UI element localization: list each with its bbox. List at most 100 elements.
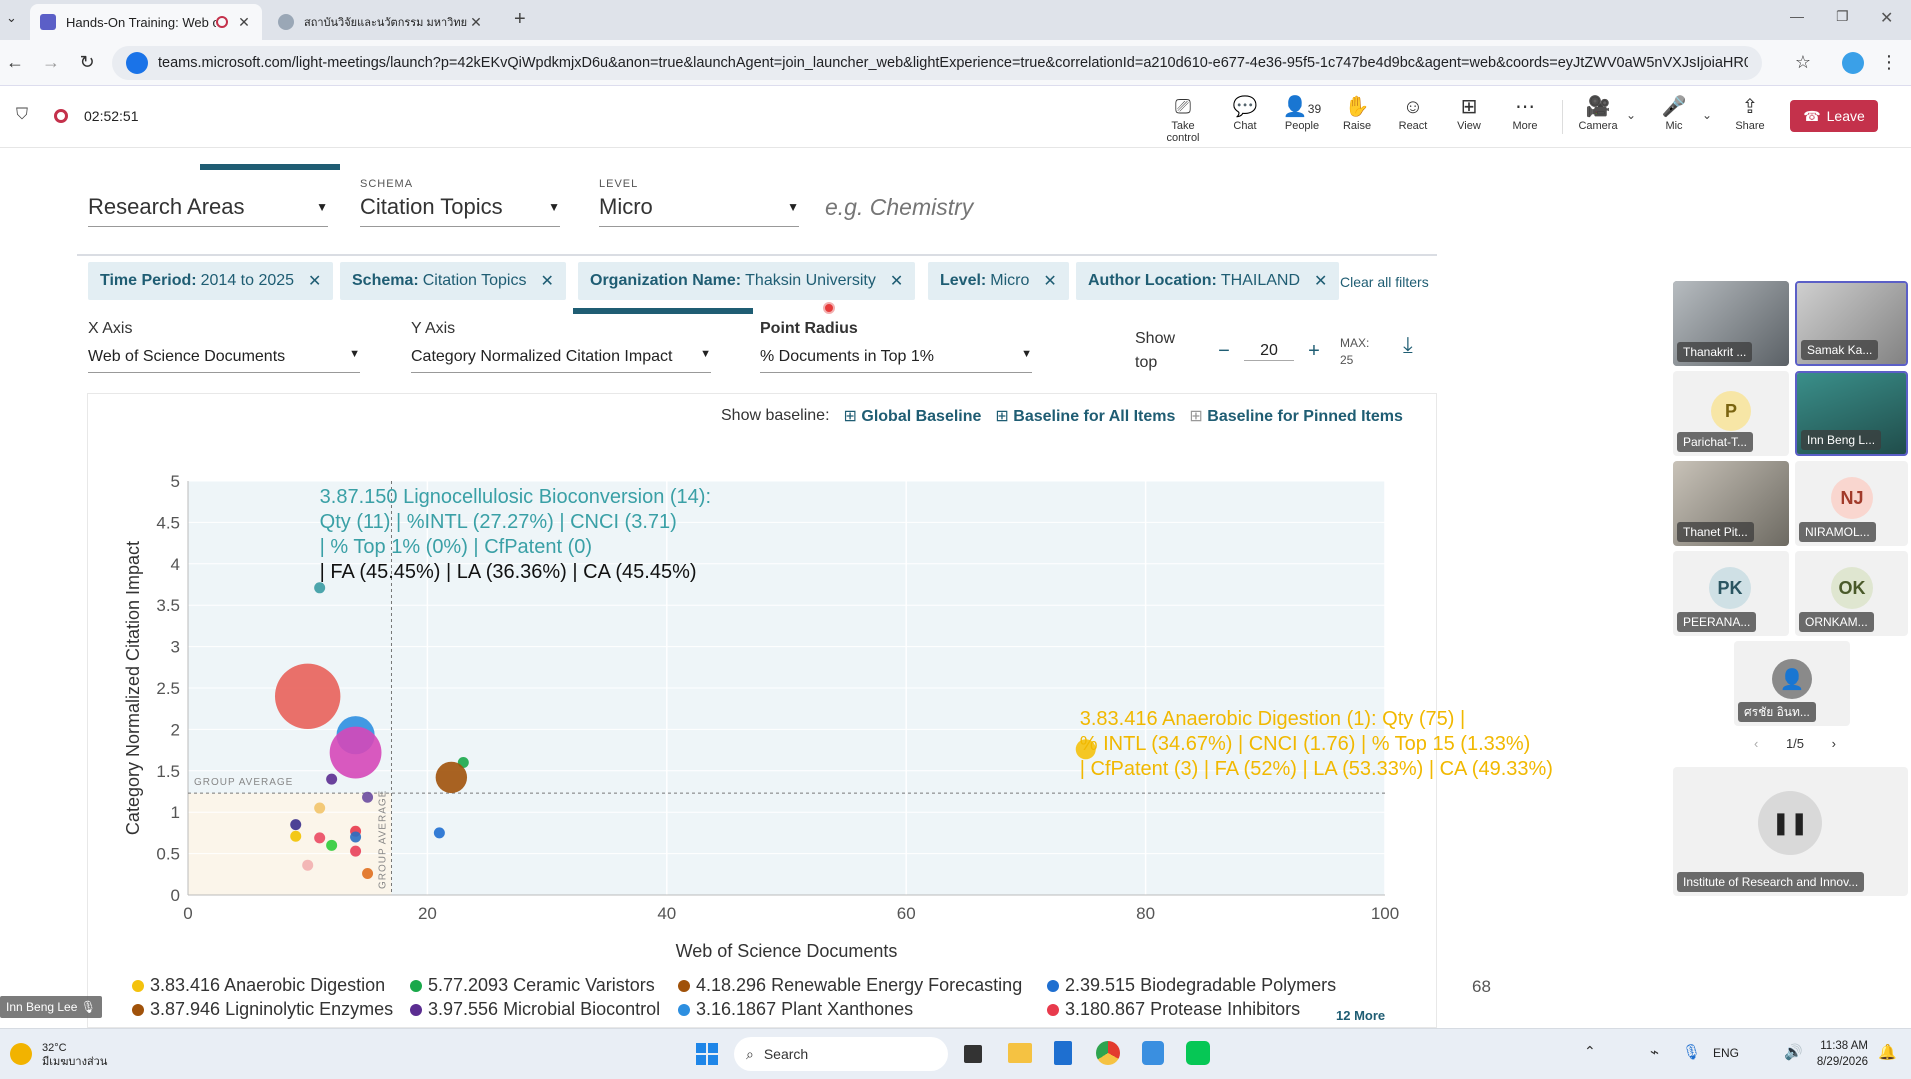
- tab-list-chevron-icon[interactable]: ⌄: [6, 10, 17, 26]
- legend-item[interactable]: 3.16.1867 Plant Xanthones: [678, 999, 913, 1020]
- people-button[interactable]: 👤39 People: [1276, 94, 1328, 132]
- teams-icon: [40, 14, 56, 30]
- line-app-icon[interactable]: [1186, 1041, 1210, 1065]
- minimize-icon[interactable]: —: [1790, 8, 1804, 24]
- schema-dropdown[interactable]: SCHEMA Citation Topics ▼: [360, 178, 560, 227]
- legend-item[interactable]: 3.83.416 Anaerobic Digestion: [132, 975, 385, 996]
- x-tick-label: 0: [183, 904, 192, 923]
- mic-options-chevron-icon[interactable]: ⌄: [1702, 108, 1712, 122]
- browser-tab-bar: ⌄ Hands-On Training: Web of ✕ สถาบันวิจั…: [0, 0, 1911, 40]
- remove-icon[interactable]: ✕: [890, 271, 903, 291]
- show-top-label: Show top: [1135, 330, 1176, 371]
- bookmark-icon[interactable]: ☆: [1792, 52, 1814, 73]
- legend-item[interactable]: 4.18.296 Renewable Energy Forecasting: [678, 975, 1022, 996]
- leave-button[interactable]: ☎ Leave: [1790, 100, 1878, 132]
- participant-tile-thanet[interactable]: Thanet Pit...: [1673, 461, 1789, 546]
- level-dropdown[interactable]: LEVEL Micro ▼: [599, 178, 799, 227]
- mic-button[interactable]: 🎤 Mic: [1648, 94, 1700, 132]
- restore-icon[interactable]: ❐: [1836, 8, 1849, 25]
- chip-value: Citation Topics: [422, 272, 527, 289]
- pinned-items-baseline-toggle[interactable]: ⊞ Baseline for Pinned Items: [1189, 406, 1402, 426]
- reload-icon[interactable]: ↻: [76, 52, 98, 73]
- legend-item[interactable]: 5.77.2093 Ceramic Varistors: [410, 975, 655, 996]
- snipping-tool-icon[interactable]: [1142, 1041, 1164, 1065]
- clock[interactable]: 11:38 AM 8/29/2026: [1814, 1038, 1868, 1070]
- participant-tile-ornkam[interactable]: OK ORNKAM...: [1795, 551, 1908, 636]
- task-view-icon[interactable]: [964, 1045, 982, 1063]
- participant-tile-peerana[interactable]: PK PEERANA...: [1673, 551, 1789, 636]
- start-icon[interactable]: [696, 1043, 718, 1065]
- profile-icon[interactable]: [1842, 52, 1864, 74]
- search-input[interactable]: [825, 190, 1425, 224]
- tray-chevron-icon[interactable]: ⌃: [1584, 1043, 1596, 1060]
- remove-icon[interactable]: ✕: [1043, 271, 1056, 291]
- close-icon[interactable]: ✕: [468, 14, 484, 31]
- volume-icon[interactable]: 🔊: [1784, 1043, 1803, 1061]
- show-top-value[interactable]: 20: [1244, 342, 1294, 361]
- url-field[interactable]: teams.microsoft.com/light-meetings/launc…: [112, 46, 1762, 80]
- remove-icon[interactable]: ✕: [540, 271, 553, 291]
- view-button[interactable]: ⊞ View: [1443, 94, 1495, 132]
- clear-all-filters-link[interactable]: Clear all filters: [1340, 274, 1429, 290]
- chip-time-period[interactable]: Time Period: 2014 to 2025 ✕: [88, 262, 334, 300]
- camera-button[interactable]: 🎥 Camera: [1572, 94, 1624, 132]
- notification-bell-icon[interactable]: 🔔: [1878, 1043, 1897, 1061]
- x-axis-select[interactable]: X Axis Web of Science Documents ▼: [88, 320, 360, 373]
- camera-options-chevron-icon[interactable]: ⌄: [1626, 108, 1636, 122]
- chat-button[interactable]: 💬 Chat: [1219, 94, 1271, 132]
- legend-item[interactable]: 2.39.515 Biodegradable Polymers: [1047, 975, 1336, 996]
- legend-item[interactable]: 3.97.556 Microbial Biocontrol: [410, 999, 660, 1020]
- close-window-icon[interactable]: ✕: [1880, 8, 1893, 28]
- language-indicator[interactable]: ENG: [1713, 1046, 1739, 1060]
- notepad-icon[interactable]: [1054, 1041, 1072, 1065]
- take-control-button[interactable]: ⎚ Take control: [1157, 94, 1209, 144]
- more-button[interactable]: ⋯ More: [1499, 94, 1551, 132]
- menu-icon[interactable]: ⋮: [1878, 52, 1900, 73]
- participant-tile-niramol[interactable]: NJ NIRAMOL...: [1795, 461, 1908, 546]
- legend-label: 2.39.515 Biodegradable Polymers: [1065, 975, 1337, 995]
- decrement-button[interactable]: −: [1212, 340, 1236, 363]
- new-tab-icon[interactable]: +: [514, 8, 526, 31]
- taskbar-search[interactable]: ⌕ Search: [734, 1037, 948, 1071]
- participant-tile-thanakrit[interactable]: Thanakrit ...: [1673, 281, 1789, 366]
- forward-icon[interactable]: →: [40, 52, 62, 73]
- tab-research-institute[interactable]: สถาบันวิจัยและนวัตกรรม มหาวิทยาลัย ✕: [268, 4, 494, 40]
- raise-button[interactable]: ✋ Raise: [1331, 94, 1383, 132]
- prev-page-icon[interactable]: ‹: [1754, 736, 1758, 751]
- download-icon[interactable]: ⤓: [1403, 332, 1413, 358]
- microphone-tray-icon[interactable]: 🎙: [1682, 1043, 1701, 1061]
- research-areas-dropdown[interactable]: Research Areas ▼: [88, 194, 328, 227]
- weather-widget[interactable]: 32°C มีเมฆบางส่วน: [42, 1041, 107, 1069]
- more-items-link[interactable]: 12 More: [1336, 1008, 1385, 1023]
- point-radius-select[interactable]: Point Radius % Documents in Top 1% ▼: [760, 320, 1032, 373]
- presenter-tile[interactable]: ❚❚ Institute of Research and Innov...: [1673, 767, 1908, 896]
- legend-item[interactable]: 3.180.867 Protease Inhibitors: [1047, 999, 1300, 1020]
- network-icon[interactable]: ⌁: [1650, 1043, 1659, 1061]
- y-axis-select[interactable]: Y Axis Category Normalized Citation Impa…: [411, 320, 711, 373]
- file-explorer-icon[interactable]: [1008, 1043, 1032, 1063]
- all-items-baseline-toggle[interactable]: ⊞ Baseline for All Items: [995, 406, 1175, 426]
- address-bar-row: ← → ↻ teams.microsoft.com/light-meetings…: [0, 40, 1911, 86]
- remove-icon[interactable]: ✕: [308, 271, 321, 291]
- site-info-icon[interactable]: [126, 52, 148, 74]
- next-page-icon[interactable]: ›: [1832, 736, 1836, 751]
- react-button[interactable]: ☺ React: [1387, 94, 1439, 132]
- close-icon[interactable]: ✕: [236, 14, 252, 31]
- chip-author-location[interactable]: Author Location: THAILAND ✕: [1076, 262, 1340, 300]
- legend-item[interactable]: 3.87.946 Ligninolytic Enzymes: [132, 999, 393, 1020]
- global-baseline-toggle[interactable]: ⊞ Global Baseline: [844, 406, 982, 426]
- back-icon[interactable]: ←: [4, 52, 26, 73]
- participant-tile-inn-beng[interactable]: Inn Beng L...: [1795, 371, 1908, 456]
- chrome-icon[interactable]: [1096, 1041, 1120, 1065]
- tab-hands-on-training[interactable]: Hands-On Training: Web of ✕: [30, 4, 262, 40]
- remove-icon[interactable]: ✕: [1314, 271, 1327, 291]
- chip-level[interactable]: Level: Micro ✕: [928, 262, 1069, 300]
- participant-tile-parichat[interactable]: P Parichat-T...: [1673, 371, 1789, 456]
- participant-tile-samak[interactable]: Samak Ka...: [1795, 281, 1908, 366]
- participant-tile-sornchai[interactable]: 👤 ศรชัย อินท...: [1734, 641, 1850, 726]
- increment-button[interactable]: +: [1302, 340, 1326, 363]
- chip-schema[interactable]: Schema: Citation Topics ✕: [340, 262, 566, 300]
- share-button[interactable]: ⇪ Share: [1724, 94, 1776, 132]
- show-top-stepper[interactable]: − 20 +: [1212, 333, 1326, 369]
- chip-organization[interactable]: Organization Name: Thaksin University ✕: [578, 262, 916, 300]
